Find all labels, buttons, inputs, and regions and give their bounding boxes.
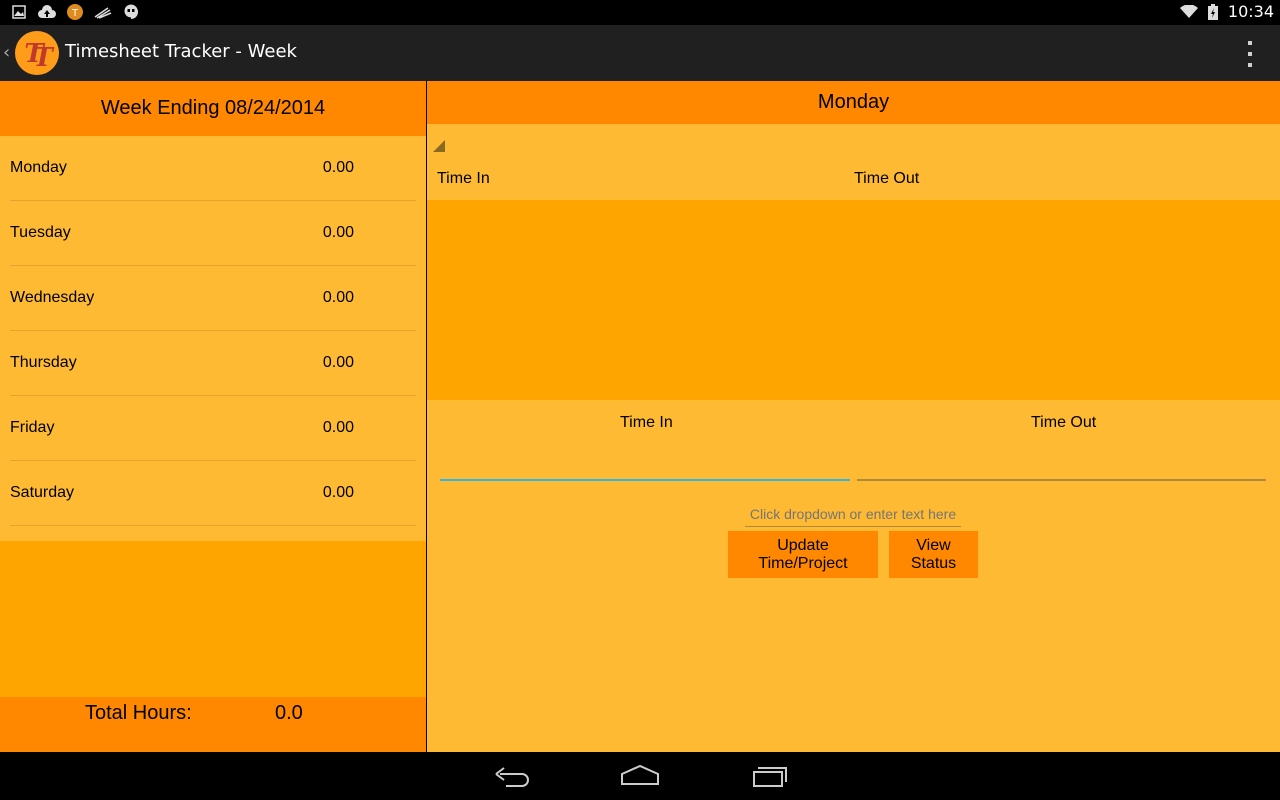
battery-charging-icon (1204, 3, 1222, 21)
action-bar: ‹ T T Timesheet Tracker - Week (0, 25, 1280, 81)
day-list: Monday 0.00 Tuesday 0.00 Wednesday 0.00 … (10, 136, 416, 526)
wifi-icon (1179, 3, 1198, 21)
day-row-tuesday[interactable]: Tuesday 0.00 (10, 201, 416, 266)
day-hours: 0.00 (322, 419, 354, 436)
home-icon[interactable] (620, 762, 660, 790)
project-input[interactable] (745, 501, 961, 527)
navigation-bar (0, 752, 1280, 800)
day-name: Saturday (10, 484, 75, 501)
total-hours-label: Total Hours: (85, 702, 192, 724)
day-name: Thursday (10, 354, 77, 371)
day-row-monday[interactable]: Monday 0.00 (10, 136, 416, 201)
time-out-column-header: Time Out (854, 170, 920, 187)
hangouts-icon (122, 3, 140, 21)
day-hours: 0.00 (322, 354, 354, 371)
day-row-saturday[interactable]: Saturday 0.00 (10, 461, 416, 526)
week-summary-panel: Week Ending 08/24/2014 Monday 0.00 Tuesd… (0, 81, 426, 752)
time-in-field[interactable] (440, 451, 850, 481)
total-hours-bar: Total Hours: 0.0 (0, 697, 426, 752)
up-caret-icon[interactable]: ‹ (3, 42, 10, 63)
image-icon (10, 3, 28, 21)
overflow-menu-icon[interactable] (1242, 41, 1258, 67)
day-hours: 0.00 (322, 224, 354, 241)
time-out-label: Time Out (1031, 414, 1097, 431)
back-icon[interactable] (492, 762, 532, 790)
day-row-wednesday[interactable]: Wednesday 0.00 (10, 266, 416, 331)
svg-text:T: T (33, 43, 54, 73)
status-bar: T 10:34 (0, 0, 1280, 25)
day-name: Tuesday (10, 224, 71, 241)
time-entries-list[interactable] (427, 200, 1280, 400)
sync-icon (94, 3, 112, 21)
day-hours: 0.00 (322, 289, 354, 306)
day-row-thursday[interactable]: Thursday 0.00 (10, 331, 416, 396)
app-title: Timesheet Tracker - Week (65, 41, 297, 62)
day-hours: 0.00 (322, 159, 354, 176)
day-title: Monday (427, 81, 1280, 124)
total-hours-value: 0.0 (275, 702, 303, 724)
day-name: Friday (10, 419, 55, 436)
day-name: Wednesday (10, 289, 95, 306)
timesheet-app-icon: T (66, 3, 84, 21)
time-out-field[interactable] (857, 451, 1266, 481)
day-hours: 0.00 (322, 484, 354, 501)
week-list-empty-area (0, 541, 426, 697)
day-row-friday[interactable]: Friday 0.00 (10, 396, 416, 461)
update-time-project-button[interactable]: Update Time/Project (728, 531, 878, 578)
day-detail-panel: Monday Time In Time Out Time In Time Out… (427, 81, 1280, 752)
view-status-button[interactable]: View Status (889, 531, 978, 578)
svg-text:T: T (71, 8, 79, 19)
day-name: Monday (10, 159, 67, 176)
time-in-label: Time In (620, 414, 673, 431)
week-ending-header: Week Ending 08/24/2014 (0, 81, 426, 136)
time-in-column-header: Time In (437, 170, 490, 187)
spinner-dropdown-icon[interactable] (433, 140, 445, 152)
status-time: 10:34 (1227, 2, 1274, 21)
cloud-upload-icon (38, 3, 56, 21)
recent-apps-icon[interactable] (750, 762, 790, 790)
app-logo[interactable]: T T (14, 30, 60, 76)
